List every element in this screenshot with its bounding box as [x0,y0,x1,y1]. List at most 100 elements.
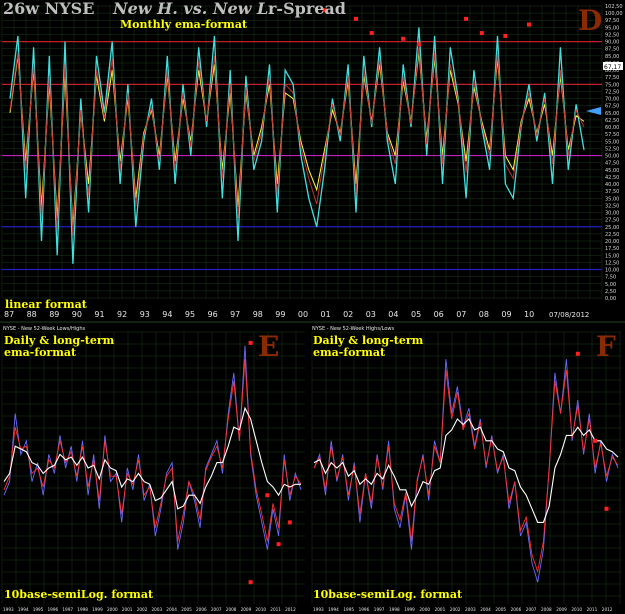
chart-title: 26w NYSE [3,0,94,18]
x-tick-label: 06 [434,310,444,319]
x-tick-label: 02 [343,310,353,319]
x-tick-label: 04 [388,310,398,319]
x-tick-label: 10 [524,310,534,319]
x-tick-label: 1998 [77,607,88,612]
x-tick-label: 2000 [419,607,430,612]
panel-f-subtitle2: ema-format [313,346,386,359]
date-label: 07/08/2012 [549,311,589,319]
x-tick-label: 91 [94,310,104,319]
panel-e-subtitle2: ema-format [4,346,77,359]
y-tick-label: 90,00 [605,40,619,46]
panel-letter-d: D [578,4,602,37]
x-tick-label: 03 [366,310,376,319]
y-tick-label: 50,00 [605,154,619,160]
x-tick-label: 2009 [556,607,567,612]
chart-canvas: 102,50100,0097,5095,0092,5090,0087,5085,… [0,0,625,614]
y-tick-label: 42,50 [605,175,619,181]
chart-title-italic: New H. vs. New L. [112,0,274,18]
y-tick-label: 35,00 [605,196,619,202]
peak-marker [353,16,358,21]
x-tick-label: 2008 [541,607,552,612]
peak-marker [369,31,374,36]
x-tick-label: 1999 [404,607,415,612]
x-tick-label: 2001 [435,607,446,612]
x-tick-label: 1997 [374,607,385,612]
x-tick-label: 89 [49,310,59,319]
panel-e-header: NYSE - New 52-Week Lows/Highs [3,326,85,332]
y-tick-label: 60,00 [605,125,619,131]
panel-f-header: NYSE - New 52-Week Highs/Lows [312,326,394,332]
x-tick-label: 98 [253,310,263,319]
format-label-e: 10base-semiLog. format [4,588,154,601]
peak-marker [604,506,609,511]
peak-marker [248,340,253,345]
y-tick-label: 5,00 [605,282,616,288]
x-tick-label: 2004 [166,607,177,612]
x-tick-label: 2003 [465,607,476,612]
x-tick-label: 1998 [389,607,400,612]
peak-marker [526,22,531,27]
y-tick-label: 102,50 [605,4,623,10]
x-tick-label: 1997 [62,607,73,612]
panel-letter-f: F [596,330,616,363]
x-tick-label: 2011 [587,607,598,612]
peak-marker [464,16,469,21]
x-tick-label: 2012 [285,607,296,612]
panel-f: 1993 1994 1995 1996 1997 1998 1999 2000 2001 2002… [310,324,625,614]
x-tick-label: 90 [72,310,82,319]
panel-letter-e: E [258,330,279,363]
x-tick-label: 97 [230,310,240,319]
peak-marker [265,493,270,498]
y-tick-label: 45,00 [605,168,619,174]
x-tick-label: 2009 [241,607,252,612]
x-tick-label: 2002 [137,607,148,612]
x-tick-label: 2005 [495,607,506,612]
peak-marker [503,33,508,38]
peak-marker [575,351,580,356]
panel-e: 1993 1994 1995 1996 1997 1998 1999 2000 2001 2002… [0,324,307,614]
x-tick-label: 2010 [571,607,582,612]
y-tick-label: 57,50 [605,132,619,138]
x-tick-label: 2001 [122,607,133,612]
y-tick-label: 72,50 [605,90,619,96]
x-tick-label: 2012 [602,607,613,612]
y-tick-label: 37,50 [605,189,619,195]
x-tick-label: 1996 [48,607,59,612]
y-tick-label: 22,50 [605,232,619,238]
x-tick-label: 05 [411,310,421,319]
y-tick-label: 97,50 [605,18,619,24]
y-tick-label: 75,00 [605,82,619,88]
y-tick-label: 20,00 [605,239,619,245]
x-tick-label: 1993 [313,607,324,612]
peak-marker [287,520,292,525]
y-tick-label: 7,50 [605,275,616,281]
y-tick-label: 0,00 [605,296,616,302]
y-tick-label: 100,00 [605,11,623,17]
x-tick-label: 2008 [226,607,237,612]
y-tick-label: 85,00 [605,54,619,60]
peak-marker [593,438,598,443]
panel-d: 102,50100,0097,5095,0092,5090,0087,5085,… [0,0,625,320]
y-tick-label: 27,50 [605,218,619,224]
x-tick-label: 1999 [92,607,103,612]
y-tick-label: 30,00 [605,211,619,217]
format-label-f: 10base-semiLog. format [313,588,463,601]
y-tick-label: 15,00 [605,253,619,259]
x-tick-label: 2004 [480,607,491,612]
peak-marker [248,580,253,585]
y-tick-label: 77,50 [605,75,619,81]
y-tick-label: 95,00 [605,25,619,31]
y-tick-label: 92,50 [605,33,619,39]
x-tick-label: 2000 [107,607,118,612]
x-tick-label: 96 [208,310,218,319]
y-tick-label: 87,50 [605,47,619,53]
peak-marker [276,542,281,547]
x-tick-label: 07 [456,310,466,319]
chart-subtitle: Monthly ema-format [120,18,248,31]
x-tick-label: 2011 [270,607,281,612]
y-tick-label: 52,50 [605,146,619,152]
x-tick-label: 1993 [3,607,14,612]
x-tick-label: 87 [4,310,14,319]
chart-title-suffix: r-Spread [268,0,346,18]
x-tick-label: 93 [140,310,150,319]
